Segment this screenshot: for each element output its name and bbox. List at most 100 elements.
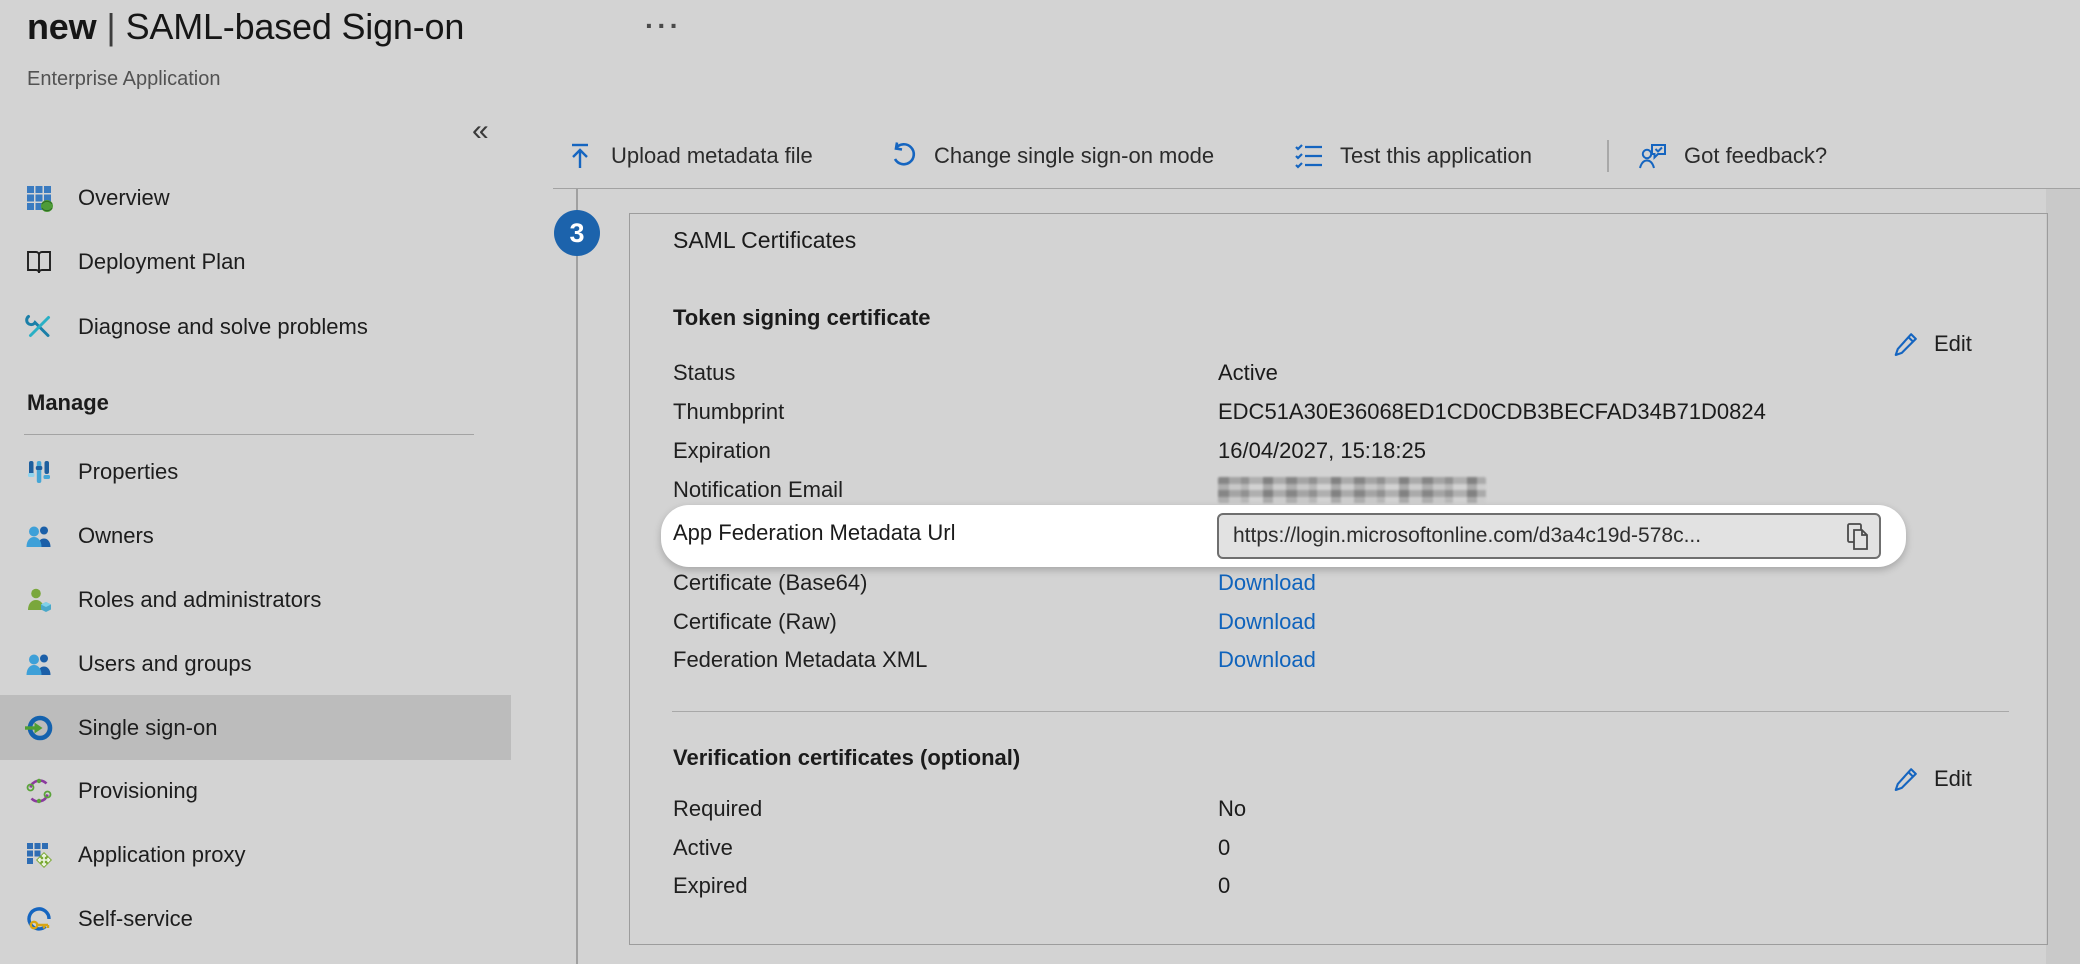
field-label: Federation Metadata XML: [673, 644, 927, 676]
upload-metadata-button[interactable]: Upload metadata file: [565, 131, 813, 181]
field-label: Thumbprint: [673, 396, 784, 428]
sidebar-collapse-icon[interactable]: «: [472, 116, 489, 146]
status-row: Status Active: [630, 357, 2030, 389]
federation-metadata-xml-row: Federation Metadata XML Download: [630, 644, 2030, 676]
field-value: 0: [1218, 870, 1230, 902]
field-label: Required: [673, 793, 762, 825]
sidebar-section-manage: Manage: [27, 390, 109, 416]
certificate-raw-row: Certificate (Raw) Download: [630, 606, 2030, 638]
sidebar-item-roles[interactable]: Roles and administrators: [0, 568, 511, 632]
field-label: Expired: [673, 870, 748, 902]
field-value: 16/04/2027, 15:18:25: [1218, 435, 1426, 467]
expired-row: Expired 0: [630, 870, 2030, 902]
sidebar-item-application-proxy[interactable]: Application proxy: [0, 823, 511, 887]
deployment-plan-icon: [24, 247, 54, 277]
toolbar-button-label: Test this application: [1340, 143, 1532, 169]
field-label: Certificate (Base64): [673, 567, 867, 599]
pencil-icon: [1892, 330, 1920, 358]
app-name: new: [27, 6, 96, 47]
pencil-icon: [1892, 765, 1920, 793]
self-service-icon: [24, 904, 54, 934]
section-divider: [672, 711, 2009, 712]
edit-token-certificate-button[interactable]: Edit: [1892, 330, 1972, 358]
field-value: Active: [1218, 357, 1278, 389]
single-sign-on-icon: [24, 713, 54, 743]
provisioning-icon: [24, 776, 54, 806]
verification-certificates-heading: Verification certificates (optional): [673, 745, 1020, 771]
field-label: Status: [673, 357, 735, 389]
owners-icon: [24, 521, 54, 551]
title-separator: |: [96, 6, 125, 47]
users-groups-icon: [24, 649, 54, 679]
panel-title: SAML Certificates: [673, 227, 856, 254]
feedback-icon: [1638, 141, 1668, 171]
sidebar-item-label: Provisioning: [78, 778, 198, 804]
page-subtitle: Enterprise Application: [27, 68, 220, 91]
sidebar-item-label: Roles and administrators: [78, 587, 321, 613]
sidebar-item-label: Users and groups: [78, 651, 252, 677]
page-title: new|SAML-based Sign-on: [27, 6, 464, 48]
toolbar-button-label: Change single sign-on mode: [934, 143, 1214, 169]
sidebar-item-label: Self-service: [78, 906, 193, 932]
blade-title: SAML-based Sign-on: [126, 6, 465, 47]
redacted-email-value: [1218, 477, 1486, 503]
sidebar-item-single-sign-on[interactable]: Single sign-on: [0, 695, 511, 760]
copy-icon[interactable]: [1842, 521, 1874, 553]
sidebar-divider: [24, 434, 474, 435]
sidebar-item-diagnose[interactable]: Diagnose and solve problems: [0, 295, 511, 359]
change-sso-mode-button[interactable]: Change single sign-on mode: [888, 131, 1214, 181]
certificate-base64-row: Certificate (Base64) Download: [630, 567, 2030, 599]
application-proxy-icon: [24, 840, 54, 870]
field-label: Certificate (Raw): [673, 606, 837, 638]
sidebar-item-self-service[interactable]: Self-service: [0, 887, 511, 951]
metadata-url-input[interactable]: https://login.microsoftonline.com/d3a4c1…: [1217, 513, 1881, 559]
step-3-badge: 3: [554, 210, 600, 256]
sidebar-item-label: Application proxy: [78, 842, 246, 868]
sidebar-item-overview[interactable]: Overview: [0, 166, 511, 230]
toolbar-divider: [553, 188, 2080, 189]
sidebar-item-deployment-plan[interactable]: Deployment Plan: [0, 230, 511, 294]
sidebar-item-users-groups[interactable]: Users and groups: [0, 632, 511, 696]
edit-button-label: Edit: [1934, 331, 1972, 357]
page-edge: [2046, 189, 2080, 964]
field-label: Expiration: [673, 435, 771, 467]
undo-icon: [888, 141, 918, 171]
sidebar-item-label: Properties: [78, 459, 178, 485]
sidebar-item-label: Single sign-on: [78, 715, 217, 741]
download-metadata-xml-link[interactable]: Download: [1218, 644, 1316, 676]
field-value: No: [1218, 793, 1246, 825]
edit-verification-certificates-button[interactable]: Edit: [1892, 765, 1972, 793]
sidebar-item-properties[interactable]: Properties: [0, 440, 511, 504]
field-value: 0: [1218, 832, 1230, 864]
sidebar-item-label: Diagnose and solve problems: [78, 314, 368, 340]
field-label: Active: [673, 832, 733, 864]
sidebar-item-label: Deployment Plan: [78, 249, 246, 275]
metadata-url-value: https://login.microsoftonline.com/d3a4c1…: [1233, 524, 1823, 548]
sidebar-item-owners[interactable]: Owners: [0, 504, 511, 568]
toolbar-separator: [1607, 140, 1609, 172]
download-raw-link[interactable]: Download: [1218, 606, 1316, 638]
saml-certificates-panel: SAML Certificates Token signing certific…: [629, 213, 2048, 945]
diagnose-icon: [24, 312, 54, 342]
upload-icon: [565, 141, 595, 171]
sidebar-item-label: Owners: [78, 523, 154, 549]
toolbar-button-label: Got feedback?: [1684, 143, 1827, 169]
field-label: Notification Email: [673, 474, 843, 506]
token-signing-heading: Token signing certificate: [673, 305, 931, 331]
properties-icon: [24, 457, 54, 487]
field-value: EDC51A30E36068ED1CD0CDB3BECFAD34B71D0824: [1218, 396, 1766, 428]
test-application-button[interactable]: Test this application: [1294, 131, 1532, 181]
sidebar-item-label: Overview: [78, 185, 170, 211]
active-row: Active 0: [630, 832, 2030, 864]
roles-icon: [24, 585, 54, 615]
got-feedback-button[interactable]: Got feedback?: [1638, 131, 1827, 181]
metadata-url-label: App Federation Metadata Url: [673, 520, 956, 546]
download-base64-link[interactable]: Download: [1218, 567, 1316, 599]
expiration-row: Expiration 16/04/2027, 15:18:25: [630, 435, 2030, 467]
sidebar-item-provisioning[interactable]: Provisioning: [0, 759, 511, 823]
toolbar-button-label: Upload metadata file: [611, 143, 813, 169]
overview-icon: [24, 183, 54, 213]
edit-button-label: Edit: [1934, 766, 1972, 792]
more-menu-icon[interactable]: ···: [645, 10, 682, 42]
step-connector-line: [576, 189, 578, 964]
